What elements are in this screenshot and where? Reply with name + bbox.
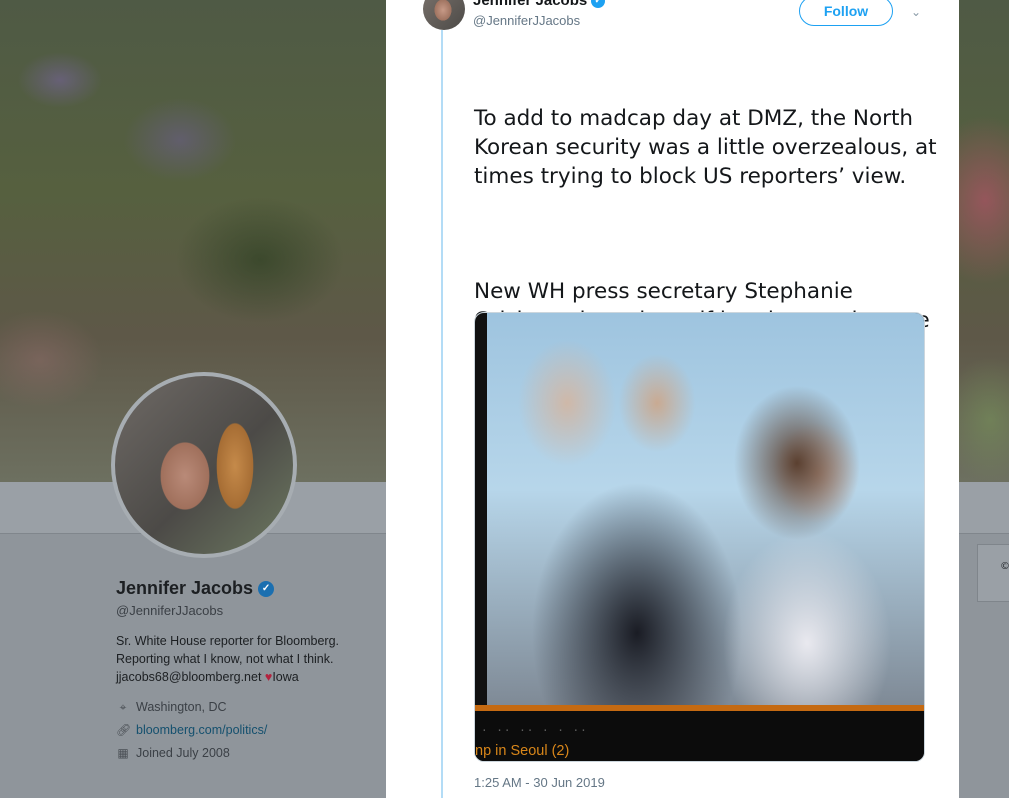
tweet-media[interactable]: · ·· ·· · · ·· np in Seoul (2) [474,312,925,762]
side-card: © [977,544,1009,602]
profile-name[interactable]: Jennifer Jacobs ✓ [116,578,376,599]
verified-badge-icon: ✓ [591,0,606,8]
verified-badge-icon: ✓ [258,580,275,597]
calendar-icon: ▦ [117,746,129,760]
profile-joined: ▦ Joined July 2008 [117,746,230,760]
chevron-down-icon[interactable]: ⌄ [906,2,926,22]
profile-avatar[interactable] [111,372,297,558]
tweet-modal: Jennifer Jacobs ✓ @JenniferJJacobs Follo… [386,0,959,798]
tweet-paragraph: To add to madcap day at DMZ, the North K… [474,106,944,189]
profile-website[interactable]: 🔗︎ bloomberg.com/politics/ [116,723,376,737]
tweet-author-name[interactable]: Jennifer Jacobs ✓ [473,0,606,9]
profile-sidebar: Jennifer Jacobs ✓ @JenniferJJacobs Sr. W… [116,578,376,760]
link-icon: 🔗︎ [116,723,132,737]
media-photo [487,313,924,705]
media-broadcast-code: · ·· ·· · · ·· [481,724,588,737]
tweet-author-avatar[interactable] [423,0,465,30]
tweet-timestamp[interactable]: 1:25 AM - 30 Jun 2019 [474,775,605,790]
tweet-author-handle[interactable]: @JenniferJJacobs [473,13,580,28]
profile-bio: Sr. White House reporter for Bloomberg. … [116,634,340,684]
map-pin-icon: ⌖ [119,700,127,714]
follow-button[interactable]: Follow [799,0,893,26]
media-caption: np in Seoul (2) [475,743,570,759]
profile-handle[interactable]: @JenniferJJacobs [116,603,376,618]
thread-line [441,30,443,798]
profile-location: ⌖ Washington, DC [116,700,376,714]
